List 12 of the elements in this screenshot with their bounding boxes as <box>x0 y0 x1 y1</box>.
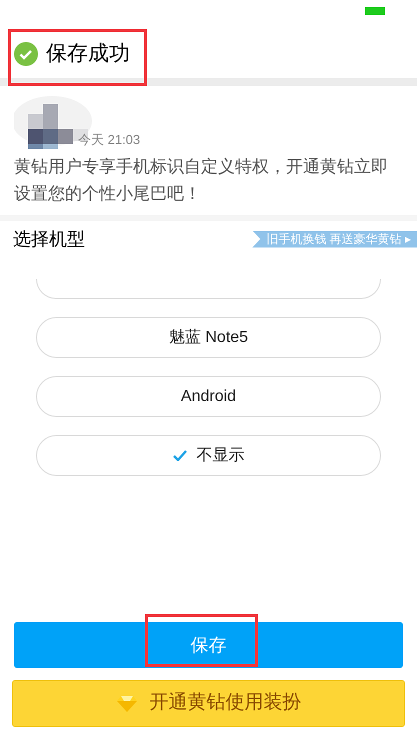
section-title: 选择机型 <box>12 228 85 250</box>
model-option[interactable]: 不显示 <box>36 435 381 476</box>
vip-button[interactable]: 开通黄钻使用装扮 <box>12 680 405 727</box>
model-option[interactable]: Android <box>36 376 381 417</box>
post-time: 今天 21:03 <box>78 130 140 148</box>
option-pill[interactable] <box>36 279 381 299</box>
post-text: 黄钻用户专享手机标识自定义特权，开通黄钻立即设置您的个性小尾巴吧！ <box>14 156 389 205</box>
model-option[interactable]: 魅蓝 Note5 <box>36 317 381 358</box>
toast-message: 保存成功 <box>46 41 130 68</box>
check-circle-icon <box>14 42 38 66</box>
battery-icon <box>365 7 385 15</box>
diamond-icon <box>116 694 138 712</box>
